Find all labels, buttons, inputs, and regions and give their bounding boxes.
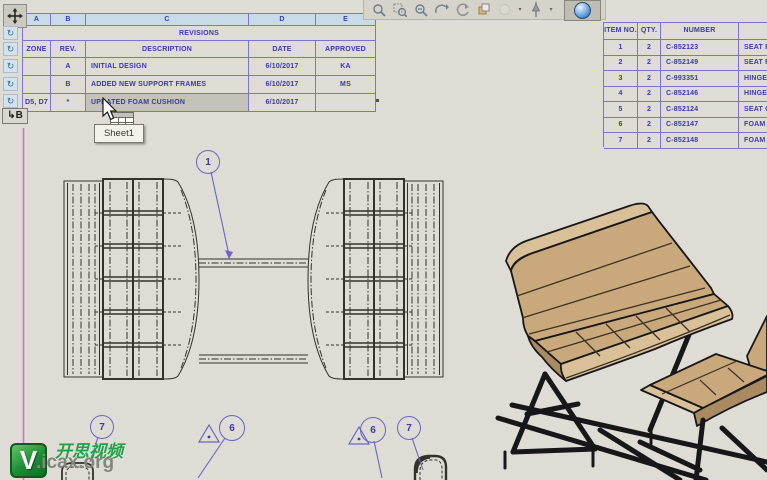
bom-cell-number[interactable]: C-852147 bbox=[661, 117, 739, 133]
row-handle[interactable]: ↻ bbox=[3, 26, 18, 40]
row-handle-icon: ↻ bbox=[6, 44, 15, 54]
rev-row-date[interactable]: 6/10/2017 bbox=[249, 58, 316, 76]
row-handle-icon: ↻ bbox=[6, 61, 15, 71]
bom-cell-qty[interactable]: 2 bbox=[638, 102, 661, 118]
shaded-sphere-icon bbox=[574, 2, 591, 19]
revisions-title: REVISIONS bbox=[23, 26, 376, 41]
col-header-approved: APPROVED bbox=[316, 41, 376, 58]
col-header-zone: ZONE bbox=[23, 41, 51, 58]
rev-row-approved[interactable]: KA bbox=[316, 58, 376, 76]
bom-cell-item[interactable]: 4 bbox=[604, 86, 638, 102]
rev-row-approved[interactable] bbox=[316, 94, 376, 112]
bom-cell-qty[interactable]: 2 bbox=[638, 55, 661, 71]
zoom-to-fit-icon[interactable] bbox=[370, 2, 387, 18]
bom-cell-number[interactable]: C-852146 bbox=[661, 86, 739, 102]
revisions-grid[interactable]: REVISIONS ZONE REV. DESCRIPTION DATE APP… bbox=[22, 25, 376, 112]
dropdown-caret-icon[interactable]: ▾ bbox=[517, 6, 523, 13]
balloon-label: 7 bbox=[99, 421, 105, 433]
bom-cell-qty[interactable]: 2 bbox=[638, 40, 661, 56]
bom-cell-item[interactable]: 5 bbox=[604, 102, 638, 118]
bom-cell-item[interactable]: 1 bbox=[604, 40, 638, 56]
bom-header-description bbox=[739, 23, 767, 40]
bom-header-qty: QTY. bbox=[638, 23, 661, 40]
bom-cell-description[interactable]: FOAM bbox=[739, 133, 767, 149]
bom-cell-description[interactable]: SEAT C bbox=[739, 102, 767, 118]
rev-row-description[interactable]: ADDED NEW SUPPORT FRAMES bbox=[86, 76, 249, 94]
sheet-tooltip-label: Sheet1 bbox=[103, 128, 135, 139]
pan-view-icon[interactable] bbox=[475, 2, 492, 18]
row-handle[interactable]: ↻ bbox=[3, 77, 18, 91]
bom-header-number: NUMBER bbox=[661, 23, 739, 40]
col-header-date: DATE bbox=[249, 41, 316, 58]
bom-cell-description[interactable]: HINGE- bbox=[739, 71, 767, 87]
mouse-cursor-icon bbox=[102, 97, 118, 121]
rev-row-date[interactable]: 6/10/2017 bbox=[249, 94, 316, 112]
bom-cell-number[interactable]: C-852124 bbox=[661, 102, 739, 118]
watermark-logo-letter: V bbox=[19, 445, 38, 475]
balloon-label: 6 bbox=[370, 424, 376, 436]
leader-arrowhead bbox=[225, 250, 233, 259]
table-anchor-button[interactable]: ↳B bbox=[2, 108, 28, 124]
table-move-handle[interactable] bbox=[3, 4, 27, 28]
balloon-label: 7 bbox=[406, 422, 412, 434]
col-header-description: DESCRIPTION bbox=[86, 41, 249, 58]
row-handle-icon: ↻ bbox=[6, 96, 15, 106]
shaded-with-edges-button[interactable] bbox=[564, 0, 601, 21]
rev-row-rev[interactable]: B bbox=[51, 76, 86, 94]
balloon-item-1[interactable]: 1 bbox=[196, 150, 220, 174]
zoom-to-area-icon[interactable] bbox=[391, 2, 408, 18]
bom-cell-number[interactable]: C-852148 bbox=[661, 133, 739, 149]
col-header-rev: REV. bbox=[51, 41, 86, 58]
row-handle-icon: ↻ bbox=[6, 79, 15, 89]
balloon-item-7-right[interactable]: 7 bbox=[397, 416, 421, 440]
row-handle[interactable]: ↻ bbox=[3, 94, 18, 108]
zoom-in-out-icon[interactable] bbox=[412, 2, 429, 18]
rev-row-rev[interactable]: * bbox=[51, 94, 86, 112]
watermark-site: .icax.org bbox=[36, 452, 115, 473]
rev-row-approved[interactable]: MS bbox=[316, 76, 376, 94]
bom-cell-description[interactable]: HINGE- bbox=[739, 87, 767, 102]
solidworks-drawing-sheet: { "window": { "tooltip": "Sheet1" }, "to… bbox=[0, 0, 767, 480]
dropdown-caret-icon[interactable]: ▾ bbox=[548, 6, 554, 13]
bom-cell-qty[interactable]: 2 bbox=[638, 117, 661, 133]
bom-cell-number[interactable]: C-852149 bbox=[661, 55, 739, 71]
bom-cell-item[interactable]: 3 bbox=[604, 71, 638, 87]
row-handle-icon: ↻ bbox=[6, 28, 15, 38]
balloon-item-6-left[interactable]: 6 bbox=[219, 415, 245, 441]
bom-cell-qty[interactable]: 2 bbox=[638, 71, 661, 87]
rotate-view-icon[interactable] bbox=[433, 2, 450, 18]
roll-view-icon[interactable] bbox=[454, 2, 471, 18]
front-view-linework[interactable] bbox=[63, 178, 444, 380]
bom-cell-item[interactable]: 6 bbox=[604, 117, 638, 133]
rev-row-zone[interactable] bbox=[23, 76, 51, 94]
rev-row-date[interactable]: 6/10/2017 bbox=[249, 76, 316, 94]
rev-row-zone[interactable] bbox=[23, 58, 51, 76]
bom-cell-item[interactable]: 2 bbox=[604, 55, 638, 71]
bom-cell-number[interactable]: C-993351 bbox=[661, 71, 739, 87]
balloon-label: 6 bbox=[229, 422, 235, 434]
row-handle[interactable]: ↻ bbox=[3, 59, 18, 73]
move-arrows-icon bbox=[7, 8, 23, 24]
balloon-label: 1 bbox=[205, 156, 211, 168]
bom-cell-item[interactable]: 7 bbox=[604, 133, 638, 149]
hidden-lines-icon[interactable] bbox=[496, 2, 513, 18]
rev-row-description[interactable]: INITIAL DESIGN bbox=[86, 58, 249, 76]
bom-cell-qty[interactable]: 2 bbox=[638, 86, 661, 102]
row-handle[interactable]: ↻ bbox=[3, 42, 18, 56]
bench-3d-view[interactable] bbox=[495, 202, 767, 480]
balloon-item-7-left[interactable]: 7 bbox=[90, 415, 114, 439]
view-orientation-icon[interactable] bbox=[527, 2, 544, 18]
bom-cell-number[interactable]: C-852123 bbox=[661, 40, 739, 56]
bom-cell-description[interactable]: SEAT FR bbox=[739, 40, 767, 56]
bom-cell-description[interactable]: SEAT FR bbox=[739, 56, 767, 71]
bom-header-item-no: ITEM NO. bbox=[604, 23, 638, 40]
sheet-tooltip: Sheet1 bbox=[94, 124, 144, 143]
bom-cell-qty[interactable]: 2 bbox=[638, 133, 661, 149]
table-resize-handle[interactable] bbox=[376, 99, 379, 102]
rev-row-rev[interactable]: A bbox=[51, 58, 86, 76]
column-letter-strip: A B C D E bbox=[22, 13, 376, 26]
balloon-item-6-right[interactable]: 6 bbox=[360, 417, 386, 443]
bom-cell-description[interactable]: FOAM bbox=[739, 118, 767, 133]
